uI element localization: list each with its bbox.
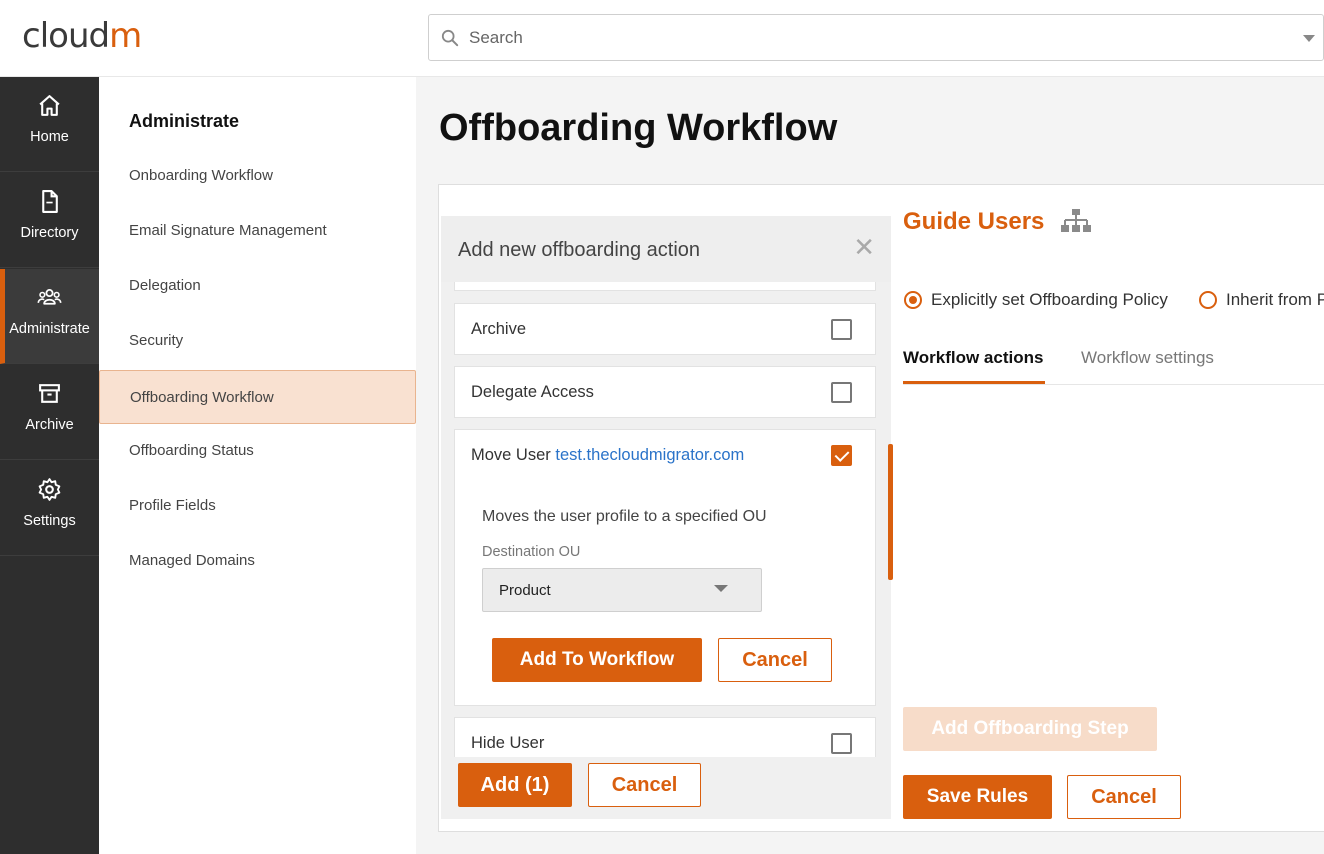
destination-ou-value: Product [499, 582, 551, 599]
add-action-panel: Add new offboarding action ✕ Archive Del… [441, 216, 891, 819]
tab-workflow-settings[interactable]: Workflow settings [1081, 348, 1214, 368]
destination-ou-select[interactable]: Product [482, 568, 762, 612]
add-to-workflow-button[interactable]: Add To Workflow [492, 638, 702, 682]
subnav-item-email-signature[interactable]: Email Signature Management [99, 204, 416, 258]
option-hide-user-checkbox[interactable] [831, 733, 852, 754]
add-selected-button[interactable]: Add (1) [458, 763, 572, 807]
option-hide-user-label: Hide User [471, 734, 545, 752]
search-icon [441, 29, 459, 47]
home-icon [39, 95, 60, 116]
option-archive[interactable]: Archive [454, 303, 876, 355]
close-icon[interactable]: ✕ [853, 234, 875, 260]
inherit-policy-label: Inherit from P [1226, 290, 1324, 309]
tabs-divider [903, 384, 1324, 385]
save-rules-button[interactable]: Save Rules [903, 775, 1052, 819]
main-content: Offboarding Workflow Add new offboarding… [416, 77, 1324, 854]
nav-directory[interactable]: Directory [0, 173, 99, 268]
explicit-policy-radio[interactable] [904, 291, 922, 309]
guide-users-title: Guide Users [903, 208, 1045, 235]
explicit-policy-label: Explicitly set Offboarding Policy [931, 290, 1168, 309]
subnav-item-security[interactable]: Security [99, 314, 416, 368]
subnav-item-onboarding-workflow[interactable]: Onboarding Workflow [99, 149, 416, 203]
nav-administrate-label: Administrate [9, 321, 90, 337]
list-item-partial [454, 282, 876, 291]
panel-scrollbar[interactable] [888, 444, 893, 580]
gear-icon [38, 478, 61, 501]
nav-administrate[interactable]: Administrate [0, 269, 99, 364]
top-header: cloudm [0, 0, 1324, 77]
cloudm-logo[interactable]: cloudm [22, 16, 142, 56]
main-nav-rail: Home Directory Administrate Archive Sett… [0, 77, 99, 854]
subnav-item-offboarding-status[interactable]: Offboarding Status [99, 424, 416, 478]
chevron-down-icon [714, 585, 728, 592]
panel-title: Add new offboarding action [458, 239, 701, 261]
option-delegate-access[interactable]: Delegate Access [454, 366, 876, 418]
destination-ou-label: Destination OU [482, 544, 581, 560]
search-bar[interactable] [428, 14, 1324, 61]
move-user-cancel-button[interactable]: Cancel [718, 638, 832, 682]
subnav-item-managed-domains[interactable]: Managed Domains [99, 534, 416, 588]
subnav-item-offboarding-workflow[interactable]: Offboarding Workflow [99, 370, 416, 424]
option-delegate-access-checkbox[interactable] [831, 382, 852, 403]
org-chart-icon[interactable] [1060, 208, 1092, 234]
nav-home-label: Home [30, 129, 69, 145]
option-move-user-label: Move User test.thecloudmigrator.com [471, 446, 744, 465]
nav-home[interactable]: Home [0, 77, 99, 172]
panel-cancel-button[interactable]: Cancel [588, 763, 701, 807]
inherit-policy-radio[interactable] [1199, 291, 1217, 309]
domain-link[interactable]: test.thecloudmigrator.com [555, 446, 744, 464]
tab-workflow-actions[interactable]: Workflow actions [903, 348, 1043, 368]
subnav-item-profile-fields[interactable]: Profile Fields [99, 479, 416, 533]
search-input[interactable] [469, 25, 1289, 51]
option-hide-user[interactable]: Hide User [454, 717, 876, 757]
archive-box-icon [39, 384, 60, 403]
option-archive-checkbox[interactable] [831, 319, 852, 340]
add-offboarding-step-button[interactable]: Add Offboarding Step [903, 707, 1157, 751]
nav-directory-label: Directory [20, 225, 79, 241]
nav-settings-label: Settings [23, 513, 76, 529]
panel-header: Add new offboarding action ✕ [441, 216, 891, 282]
page-title: Offboarding Workflow [439, 107, 838, 149]
chevron-down-icon[interactable] [1303, 35, 1315, 42]
active-tab-indicator [903, 381, 1045, 384]
option-archive-label: Archive [471, 320, 527, 338]
users-icon [37, 289, 62, 305]
nav-archive-label: Archive [25, 417, 74, 433]
nav-settings[interactable]: Settings [0, 461, 99, 556]
option-move-user-checkbox[interactable] [831, 445, 852, 466]
subnav-title: Administrate [129, 111, 240, 131]
workflow-card: Add new offboarding action ✕ Archive Del… [438, 184, 1324, 832]
move-user-text: Move User [471, 446, 551, 464]
subnav-item-delegation[interactable]: Delegation [99, 259, 416, 313]
rules-cancel-button[interactable]: Cancel [1067, 775, 1181, 819]
administrate-subnav: Administrate Onboarding Workflow Email S… [99, 77, 416, 854]
move-user-description: Moves the user profile to a specified OU [482, 508, 767, 525]
option-delegate-access-label: Delegate Access [471, 383, 594, 401]
nav-archive[interactable]: Archive [0, 365, 99, 460]
option-move-user: Move User test.thecloudmigrator.com Move… [454, 429, 876, 706]
document-icon [42, 190, 58, 213]
